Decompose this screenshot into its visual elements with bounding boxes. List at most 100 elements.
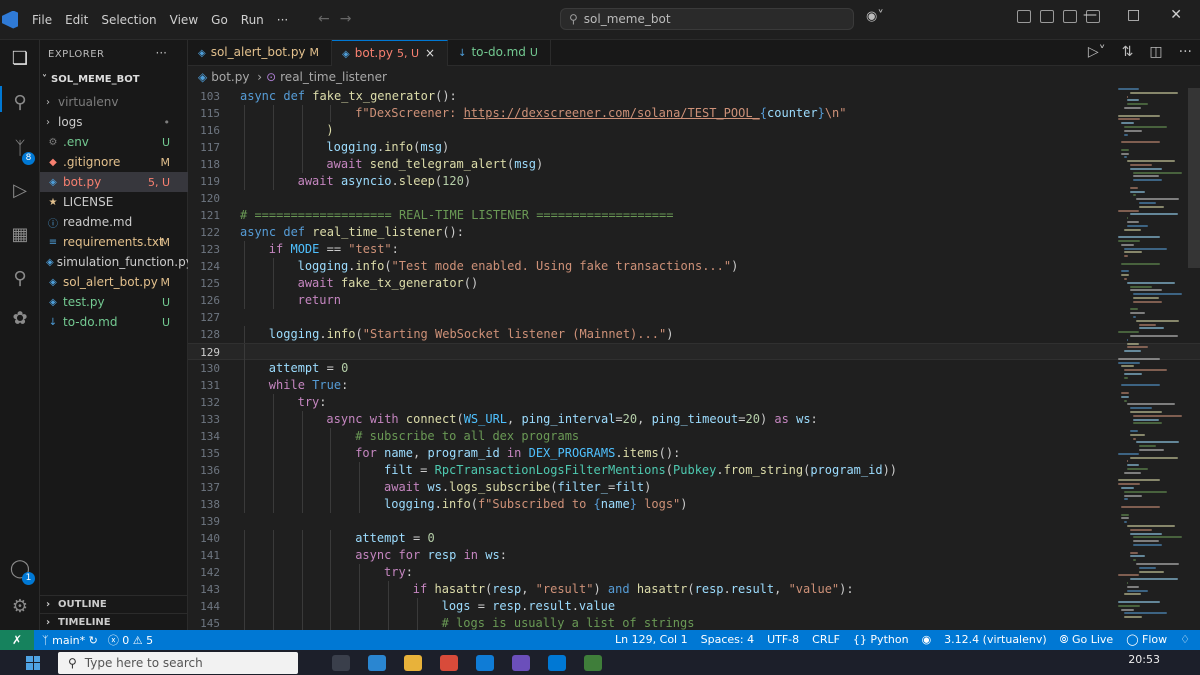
code-line[interactable]: 144 logs = resp.result.value [188,598,1200,615]
line-number[interactable]: 145 [188,615,220,630]
toggle-sidebar-icon[interactable] [1040,10,1054,23]
copilot-icon[interactable]: ◉˅ [866,9,884,24]
tree-item-requirements[interactable]: ≡ requirements.txt M [40,232,188,252]
code-line[interactable]: 117 logging.info(msg) [188,139,1200,156]
chrome-icon[interactable] [440,654,458,671]
tree-item-readme[interactable]: ⓘ readme.md [40,212,188,232]
copilot-app-icon[interactable] [368,654,386,671]
remote-indicator-icon[interactable]: ✗ [0,630,34,650]
edge-icon[interactable] [476,654,494,671]
line-number[interactable]: 125 [188,275,220,292]
line-number[interactable]: 123 [188,241,220,258]
tree-item-sol-alert-bot[interactable]: ◈ sol_alert_bot.py M [40,272,188,292]
explorer-more-button[interactable]: ··· [156,46,167,60]
tab-sol-alert-bot[interactable]: ◈ sol_alert_bot.py M [188,40,333,66]
menu-go[interactable]: Go [211,13,228,27]
minimap[interactable] [1118,88,1188,630]
code-line[interactable]: 142 try: [188,564,1200,581]
code-line[interactable]: 136 filt = RpcTransactionLogsFilterMentio… [188,462,1200,479]
command-center-search[interactable]: ⚲ sol_meme_bot [560,8,854,30]
menu-run[interactable]: Run [241,13,264,27]
tree-item-logs[interactable]: › logs • [40,112,188,132]
code-line[interactable]: 143 if hasattr(resp, "result") and hasatt… [188,581,1200,598]
code-line[interactable]: 118 await send_telegram_alert(msg) [188,156,1200,173]
search-view-icon[interactable]: ⚲ [8,92,32,116]
problems-status[interactable]: ⓧ 0 ⚠ 5 [108,632,153,648]
line-number[interactable]: 117 [188,139,220,156]
code-line[interactable]: 140 attempt = 0 [188,530,1200,547]
tab-to-do[interactable]: ↓ to-do.md U [448,40,551,66]
workspace-folder[interactable]: ˅ SOL_MEME_BOT [40,74,140,85]
code-line[interactable]: 139 [188,513,1200,530]
code-line[interactable]: 122 async def real_time_listener(): [188,224,1200,241]
line-number[interactable]: 126 [188,292,220,309]
line-number[interactable]: 144 [188,598,220,615]
maximize-icon[interactable]: □ [1127,7,1140,23]
minimize-icon[interactable]: — [1083,7,1097,23]
line-number[interactable]: 128 [188,326,220,343]
breadcrumb-file[interactable]: bot.py [211,70,249,84]
code-line[interactable]: 137 await ws.logs_subscribe(filter_=filt) [188,479,1200,496]
line-number[interactable]: 124 [188,258,220,275]
go-live-button[interactable]: ⦾ Go Live [1060,633,1114,647]
outline-section[interactable]: › OUTLINE [40,595,188,613]
tree-item-gitignore[interactable]: ◆ .gitignore M [40,152,188,172]
tree-item-simulation-function[interactable]: ◈ simulation_function.py [40,252,193,272]
line-number[interactable]: 140 [188,530,220,547]
breadcrumb-symbol[interactable]: real_time_listener [280,70,387,84]
menu-file[interactable]: File [32,13,52,27]
editor-scrollbar[interactable] [1188,88,1200,268]
menu-selection[interactable]: Selection [101,13,156,27]
more-actions-icon[interactable]: ··· [1179,44,1192,60]
line-number[interactable]: 132 [188,394,220,411]
line-number[interactable]: 130 [188,360,220,377]
tree-item-virtualenv[interactable]: › virtualenv [40,92,188,112]
windows-start-icon[interactable] [26,655,40,670]
app-icon-2[interactable] [584,654,602,671]
code-line[interactable]: 124 logging.info("Test mode enabled. Usin… [188,258,1200,275]
line-number[interactable]: 120 [188,190,220,207]
code-line[interactable]: 120 [188,190,1200,207]
run-python-icon[interactable]: ▷˅ [1088,44,1106,60]
line-number[interactable]: 131 [188,377,220,394]
line-number[interactable]: 142 [188,564,220,581]
code-line[interactable]: 128 logging.info("Starting WebSocket list… [188,326,1200,343]
code-line[interactable]: 116) [188,122,1200,139]
line-number[interactable]: 134 [188,428,220,445]
code-line[interactable]: 127 [188,309,1200,326]
close-tab-icon[interactable]: × [425,46,435,60]
timeline-section[interactable]: › TIMELINE [40,613,188,631]
code-line[interactable]: 132 try: [188,394,1200,411]
code-line[interactable]: 129 [188,343,1200,361]
code-line[interactable]: 119 await asyncio.sleep(120) [188,173,1200,190]
line-number[interactable]: 116 [188,122,220,139]
extensions-icon[interactable]: ▦ [8,224,32,248]
code-line[interactable]: 126 return [188,292,1200,309]
menu-more[interactable]: ··· [277,13,288,27]
code-line[interactable]: 141 async for resp in ws: [188,547,1200,564]
testing-flask-icon[interactable]: ⚲ [8,268,32,292]
source-control-icon[interactable]: ᛉ8 [8,138,35,165]
compare-changes-icon[interactable]: ⇅ [1122,44,1134,60]
encoding[interactable]: UTF-8 [767,633,799,647]
code-line[interactable]: 130 attempt = 0 [188,360,1200,377]
line-number[interactable]: 133 [188,411,220,428]
line-number[interactable]: 141 [188,547,220,564]
file-explorer-icon[interactable] [404,654,422,671]
code-line[interactable]: 103 async def fake_tx_generator(): [188,88,1200,105]
cursor-position[interactable]: Ln 129, Col 1 [615,633,688,647]
forward-arrow-icon[interactable]: → [340,11,362,27]
branch-status[interactable]: ᛉ main* ↻ [42,634,98,647]
taskbar-search[interactable]: ⚲ Type here to search [58,651,298,674]
line-number[interactable]: 122 [188,224,220,241]
line-number[interactable]: 129 [188,344,220,361]
python-interpreter[interactable]: 3.12.4 (virtualenv) [944,633,1047,647]
flow-button[interactable]: ◯ Flow [1126,633,1167,647]
split-editor-icon[interactable]: ◫ [1149,44,1162,60]
code-line[interactable]: 145 # logs is usually a list of strings [188,615,1200,630]
taskbar-clock[interactable]: 20:53 [1128,653,1160,666]
close-window-icon[interactable]: ✕ [1170,7,1182,23]
task-view-icon[interactable] [332,654,350,671]
settings-gear-icon[interactable]: ⚙ [8,596,32,620]
line-number[interactable]: 121 [188,207,220,224]
